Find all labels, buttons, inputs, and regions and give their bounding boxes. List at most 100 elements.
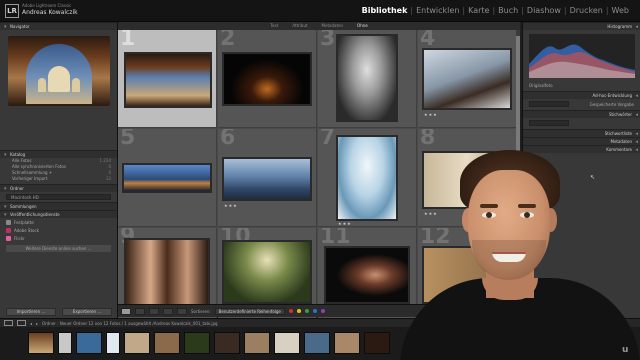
catalog-header[interactable]: Katalog xyxy=(0,150,117,159)
navigator-spacer xyxy=(0,112,117,150)
navigator-preview[interactable] xyxy=(8,36,110,106)
module-buch[interactable]: Buch xyxy=(495,6,521,15)
cell-index: 8 xyxy=(420,129,436,150)
filter-metadata[interactable]: Metadaten xyxy=(322,22,344,30)
publish-item[interactable]: Flickr xyxy=(6,235,111,242)
color-label-red[interactable] xyxy=(288,309,293,313)
color-label-yellow[interactable] xyxy=(296,309,301,313)
second-window-icon[interactable] xyxy=(4,320,13,326)
quick-develop-header[interactable]: Ad-hoc-Entwicklung xyxy=(523,91,640,100)
histogram-header[interactable]: Histogramm xyxy=(523,22,640,31)
collections-header[interactable]: Sammlungen xyxy=(0,202,117,211)
cell-index: 6 xyxy=(220,129,236,150)
sort-select[interactable]: Benutzerdefinierte Reihenfolge xyxy=(214,307,285,315)
cell-index: 3 xyxy=(320,30,336,51)
preset-select[interactable] xyxy=(529,101,569,107)
photo-coast-panorama xyxy=(122,163,212,193)
catalog-item-count: 12 xyxy=(105,176,111,181)
filmstrip-thumb[interactable] xyxy=(28,332,54,354)
filmstrip-thumb[interactable] xyxy=(244,332,270,354)
mouse-cursor-icon: ↖ xyxy=(590,174,596,181)
photo-mountains xyxy=(222,157,312,201)
rating-stars[interactable]: ★★★ xyxy=(424,112,438,117)
grid-toggle-icon[interactable] xyxy=(17,320,26,326)
keyword-select[interactable] xyxy=(529,120,569,126)
app-subtitle: Adobe Lightroom Classic xyxy=(22,3,72,8)
publish-item[interactable]: Adobe Stock xyxy=(6,227,111,234)
scrollbar-thumb[interactable] xyxy=(516,36,520,156)
presenter-brow xyxy=(480,204,498,208)
find-more-services-button[interactable]: Weitere Dienste online suchen ... xyxy=(6,245,111,252)
keyword-list-header[interactable]: Stichwortliste xyxy=(523,129,640,138)
module-entwicklen[interactable]: Entwicklen xyxy=(413,6,462,15)
module-karte[interactable]: Karte xyxy=(465,6,492,15)
filter-attribute[interactable]: Attribut xyxy=(292,22,307,30)
compare-view-button[interactable] xyxy=(149,307,159,315)
export-button[interactable]: Exportieren ... xyxy=(62,308,112,316)
original-photo-row: Originalfoto xyxy=(529,82,634,89)
cell-index: 1 xyxy=(120,30,136,51)
rating-stars[interactable]: ★★★ xyxy=(338,221,352,226)
filter-text[interactable]: Text xyxy=(270,22,278,30)
lightroom-logo: LR xyxy=(5,4,19,18)
publish-item-label: Festplatte xyxy=(14,220,34,225)
rating-stars[interactable]: ★★★ xyxy=(224,203,238,208)
library-filter-bar: Text Attribut Metadaten Ohne xyxy=(118,22,520,30)
filter-none[interactable]: Ohne xyxy=(357,22,368,30)
photo-woman-husky xyxy=(422,48,512,110)
filmstrip-thumb[interactable] xyxy=(214,332,240,354)
folder-row[interactable]: Macintosh HD xyxy=(6,194,111,200)
grid-cell[interactable]: 4 ★★★ xyxy=(418,30,517,128)
filmstrip-thumb[interactable] xyxy=(154,332,180,354)
photo-taj-mahal xyxy=(124,52,212,108)
grid-cell[interactable]: 6 ★★★ xyxy=(218,129,317,227)
presenter-video-overlay xyxy=(400,150,640,360)
color-label-green[interactable] xyxy=(304,309,309,313)
saved-preset-row: Gespeicherte Vorgabe xyxy=(529,101,634,108)
grid-cell[interactable]: 3 xyxy=(318,30,417,128)
module-drucken[interactable]: Drucken xyxy=(567,6,606,15)
grid-cell[interactable]: 5 xyxy=(118,129,217,227)
publish-item-label: Adobe Stock xyxy=(14,228,39,233)
navigator-header[interactable]: Navigator xyxy=(0,22,117,31)
metadata-header[interactable]: Metadaten xyxy=(523,137,640,146)
presenter-brow xyxy=(518,204,536,208)
udemy-watermark: u xyxy=(622,345,629,355)
people-view-button[interactable] xyxy=(177,307,187,315)
presenter-eye xyxy=(520,212,534,218)
import-button[interactable]: Importieren ... xyxy=(6,308,56,316)
module-bibliothek[interactable]: Bibliothek xyxy=(359,6,411,15)
folders-header[interactable]: Ordner xyxy=(0,184,117,193)
publish-item[interactable]: Festplatte xyxy=(6,219,111,226)
module-web[interactable]: Web xyxy=(609,6,632,15)
presenter-eye xyxy=(482,212,496,218)
filmstrip-thumb[interactable] xyxy=(304,332,330,354)
photo-night-city xyxy=(222,52,312,106)
grid-cell[interactable]: 2 xyxy=(218,30,317,128)
photo-bw-portrait xyxy=(336,34,398,122)
filmstrip-thumb[interactable] xyxy=(76,332,102,354)
filmstrip-thumb[interactable] xyxy=(184,332,210,354)
grid-cell[interactable]: 1 xyxy=(118,30,217,128)
histogram-graph xyxy=(529,44,635,78)
cell-index: 5 xyxy=(120,129,136,150)
photo-two-women xyxy=(124,238,210,306)
grid-view-button[interactable] xyxy=(121,307,131,315)
filmstrip-thumb[interactable] xyxy=(58,332,72,354)
taj-dome xyxy=(48,66,70,92)
filmstrip-thumb[interactable] xyxy=(124,332,150,354)
filmstrip-thumb[interactable] xyxy=(334,332,360,354)
filmstrip-thumb[interactable] xyxy=(106,332,120,354)
loupe-view-button[interactable] xyxy=(135,307,145,315)
color-label-blue[interactable] xyxy=(312,309,317,313)
catalog-item[interactable]: Vorheriger Import 12 xyxy=(0,176,117,182)
color-label-purple[interactable] xyxy=(320,309,325,313)
filmstrip-thumb[interactable] xyxy=(274,332,300,354)
keywords-header[interactable]: Stichwörter xyxy=(523,110,640,119)
module-diashow[interactable]: Diashow xyxy=(524,6,564,15)
catalog-item-label: Vorheriger Import xyxy=(12,176,48,181)
publish-header[interactable]: Veröffentlichungsdienste xyxy=(0,210,117,219)
survey-view-button[interactable] xyxy=(163,307,173,315)
filmstrip-thumb[interactable] xyxy=(364,332,390,354)
minaret xyxy=(38,78,46,92)
